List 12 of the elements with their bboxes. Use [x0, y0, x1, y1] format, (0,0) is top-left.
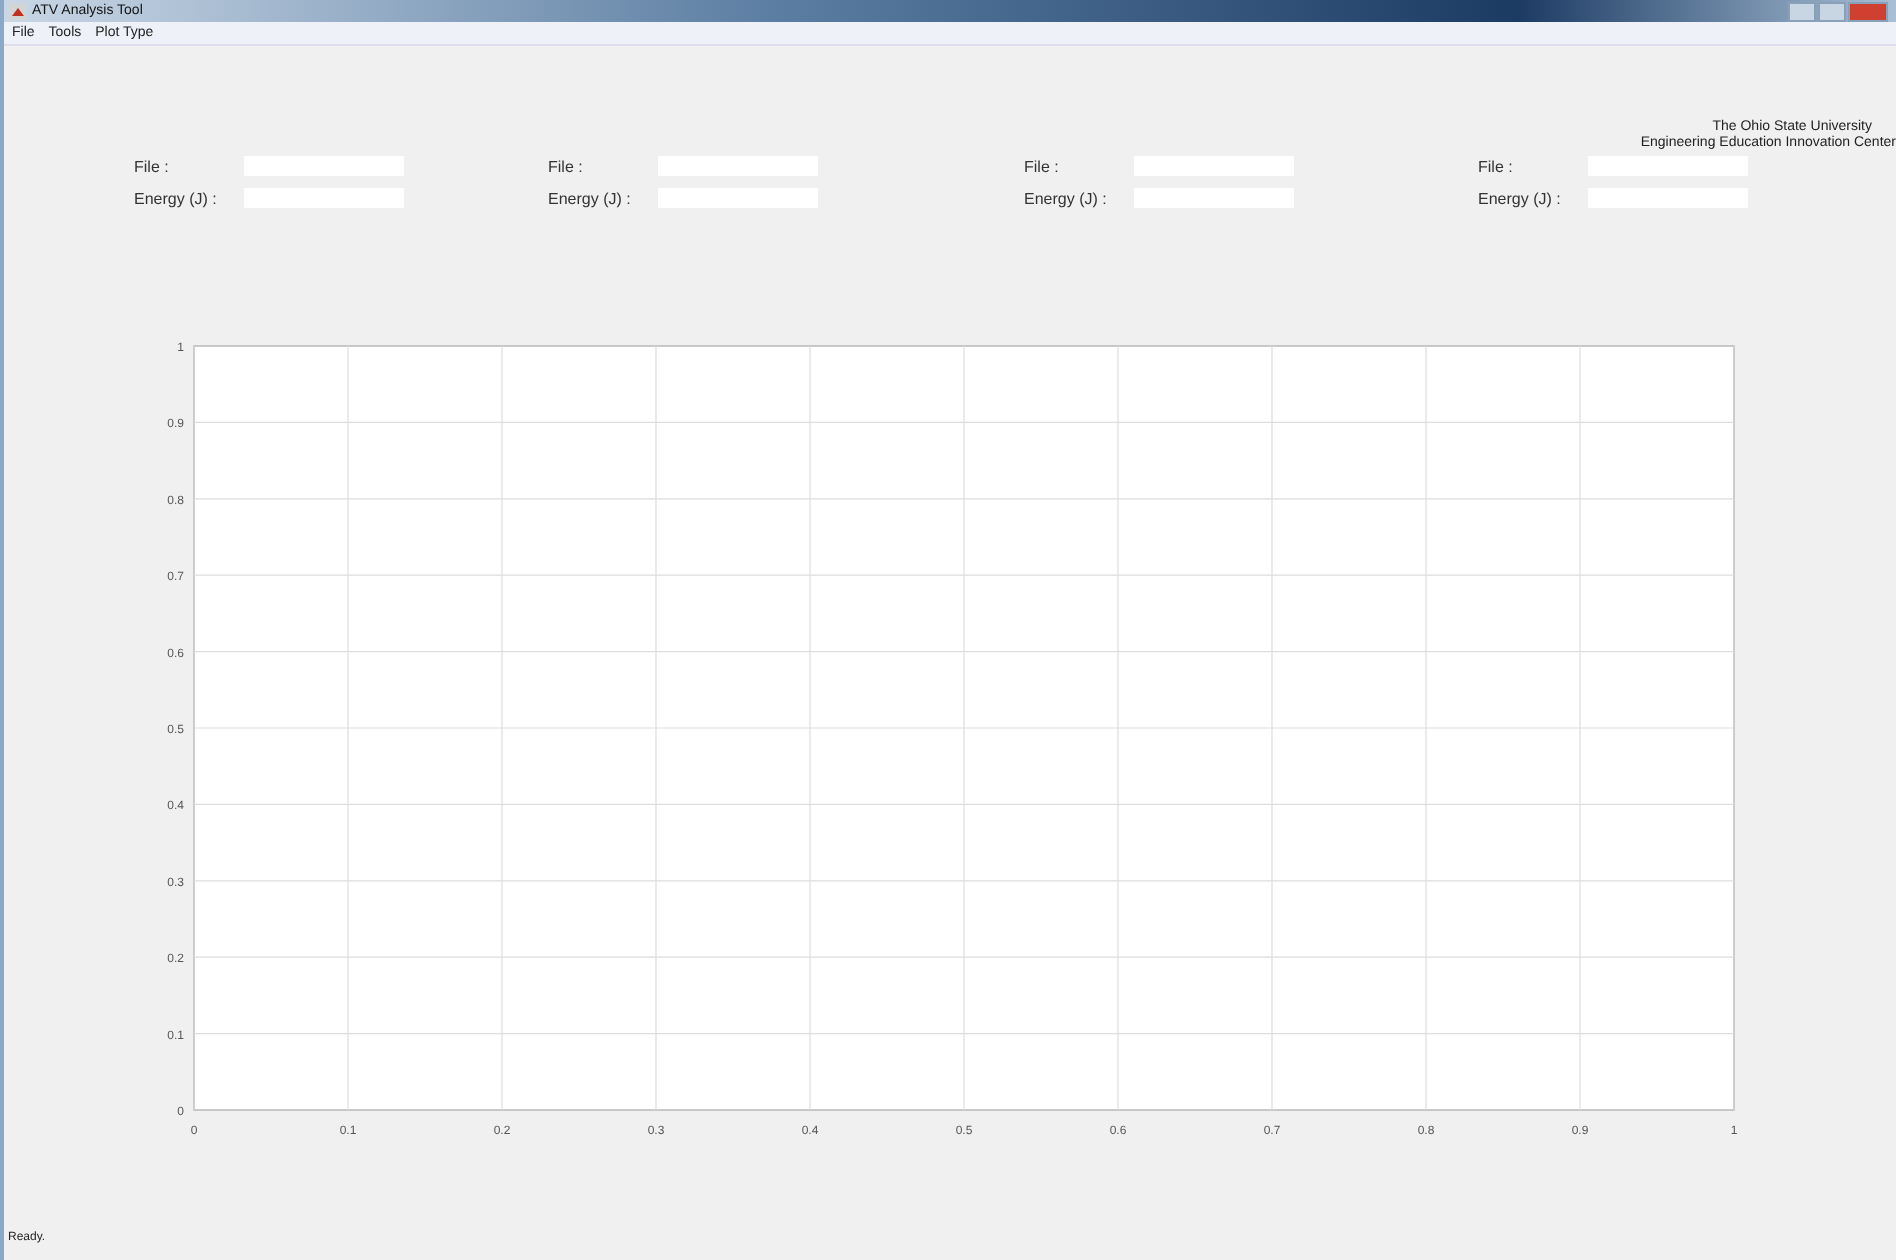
close-button[interactable] [1848, 1, 1888, 21]
field-label: Energy (J) : [1024, 189, 1109, 207]
maximize-button[interactable] [1818, 1, 1846, 21]
field-label: Energy (J) : [134, 189, 219, 207]
field-label: File : [1024, 157, 1061, 175]
field-label: Energy (J) : [548, 189, 633, 207]
field-label: File : [1478, 157, 1515, 175]
field-label: File : [134, 157, 171, 175]
app-icon [10, 3, 26, 19]
minimize-button[interactable] [1788, 1, 1816, 21]
field-label: Energy (J) : [1478, 189, 1563, 207]
field-label: File : [548, 157, 585, 175]
